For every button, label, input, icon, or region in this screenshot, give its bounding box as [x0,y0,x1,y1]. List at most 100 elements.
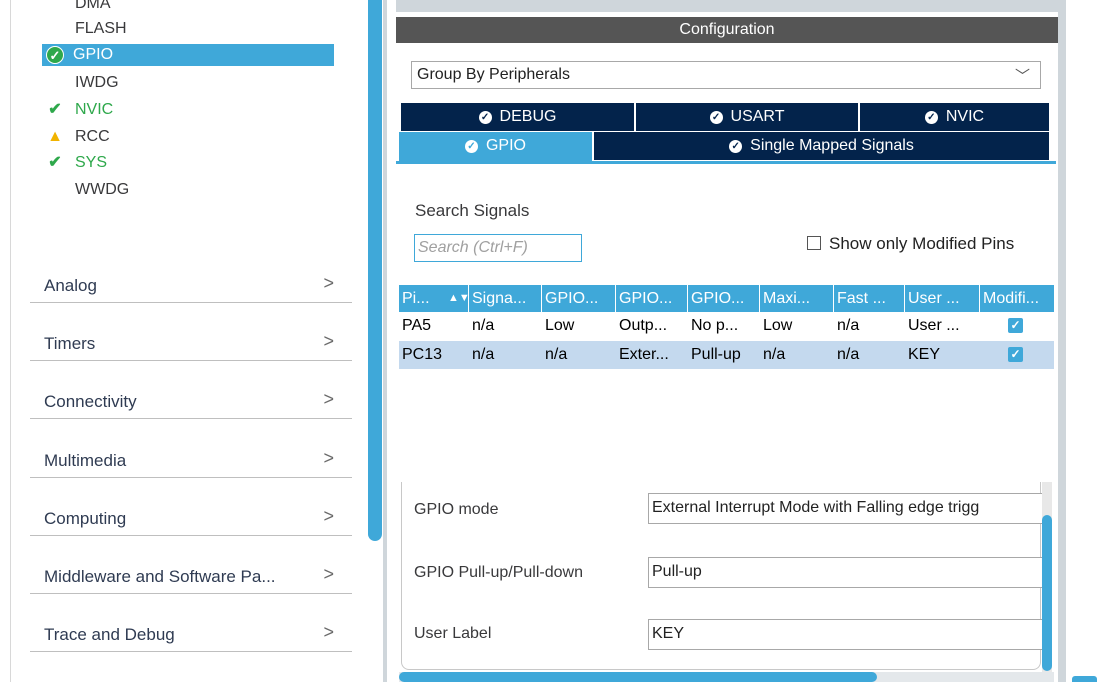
table-cell: Low [545,317,575,334]
table-row[interactable]: PC13 n/a n/a Exter... Pull-up n/a n/a KE… [399,341,1054,369]
category-trace-debug[interactable]: Trace and Debug > [30,593,352,652]
user-label-field[interactable]: KEY [648,619,1048,650]
show-modified-pins-checkbox[interactable]: Show only Modified Pins [807,234,1014,254]
tab-single-mapped-signals[interactable]: ✓ Single Mapped Signals [594,132,1049,160]
gpio-mode-label: GPIO mode [414,501,499,518]
tab-underline [396,161,1056,164]
system-item-label: SYS [75,154,108,171]
check-circle-icon: ✓ [924,111,938,124]
check-circle-icon: ✓ [44,44,66,66]
tab-label: DEBUG [499,108,557,125]
table-cell: PA5 [402,317,432,334]
system-item-label: DMA [75,0,111,12]
gpio-mode-value: External Interrupt Mode with Falling edg… [652,499,980,516]
table-cell: Exter... [619,346,669,363]
category-label: Analog [44,276,97,295]
left-panel: DMA FLASH ✓ GPIO IWDG ✔ NVIC ▲ RCC ✔ SYS… [0,0,368,682]
category-timers[interactable]: Timers > [30,302,352,361]
group-by-value: Group By Peripherals [417,66,570,83]
column-header-user-label[interactable]: User ... [905,285,980,312]
chevron-right-icon: > [323,564,334,584]
corner-scrollbar[interactable] [1072,676,1097,682]
column-header-modified[interactable]: Modifi... [980,285,1054,312]
system-item-label: NVIC [75,101,114,118]
tab-label: USART [730,108,785,125]
table-cell: Pull-up [691,346,741,363]
system-item-label: IWDG [75,74,119,91]
configuration-header: Configuration [396,17,1058,43]
category-label: Timers [44,334,96,353]
column-header-pin[interactable]: Pi... ▲▼ [399,285,469,312]
table-cell: n/a [837,317,860,334]
gpio-pull-label: GPIO Pull-up/Pull-down [414,564,583,581]
search-signals-box [414,234,582,262]
category-label: Connectivity [44,392,137,411]
table-cell: Outp... [619,317,668,334]
category-label: Computing [44,509,127,528]
table-cell: n/a [472,317,495,334]
table-cell: n/a [837,346,860,363]
category-middleware[interactable]: Middleware and Software Pa... > [30,535,352,594]
search-input[interactable] [418,236,578,260]
category-label: Multimedia [44,451,127,470]
check-icon: ✔ [48,154,62,171]
left-panel-border [10,0,11,682]
check-circle-icon: ✓ [729,140,743,153]
gpio-pull-value: Pull-up [652,563,702,580]
left-panel-scrollbar[interactable] [368,0,382,541]
column-header-gpio-output-level[interactable]: GPIO... [542,285,616,312]
detail-scrollbar[interactable] [1042,515,1052,671]
check-circle-icon: ✓ [478,111,492,124]
user-label-label: User Label [414,625,492,642]
top-strip [396,0,1058,12]
table-row[interactable]: PA5 n/a Low Outp... No p... Low n/a User… [399,312,1054,340]
gpio-mode-select[interactable]: External Interrupt Mode with Falling edg… [648,493,1048,524]
user-label-value: KEY [652,625,685,642]
panel-divider[interactable] [383,0,387,682]
category-label: Middleware and Software Pa... [44,567,276,586]
modified-checkbox[interactable]: ✓ [1008,318,1023,333]
chevron-right-icon: > [323,273,334,293]
table-cell: n/a [545,346,568,363]
tab-label: NVIC [945,108,985,125]
gpio-pull-select[interactable]: Pull-up [648,557,1048,588]
chevron-right-icon: > [323,622,334,642]
tab-gpio[interactable]: ✓ GPIO [399,132,592,162]
table-cell: No p... [691,317,739,334]
table-cell: PC13 [402,346,443,363]
column-header-max-speed[interactable]: Maxi... [760,285,834,312]
table-cell: n/a [472,346,495,363]
warning-icon: ▲ [47,128,63,145]
system-item-label: RCC [75,128,110,145]
column-header-gpio-pull[interactable]: GPIO... [688,285,760,312]
column-header-label: Pi... [402,290,430,307]
checkbox-icon [807,236,821,250]
category-connectivity[interactable]: Connectivity > [30,360,352,419]
right-border [1058,0,1066,682]
table-cell: Low [763,317,793,334]
table-cell: User ... [908,317,960,334]
horizontal-scrollbar[interactable] [399,672,877,682]
category-multimedia[interactable]: Multimedia > [30,419,352,478]
chevron-right-icon: > [323,331,334,351]
tab-debug[interactable]: ✓ DEBUG [401,103,634,131]
group-by-select[interactable]: Group By Peripherals ﹀ [411,61,1041,89]
check-circle-icon: ✓ [464,140,478,153]
column-header-fast-mode[interactable]: Fast ... [834,285,905,312]
pin-table-header: Pi... ▲▼ Signa... GPIO... GPIO... GPIO..… [399,285,1054,312]
check-circle-icon: ✓ [709,111,723,124]
tab-usart[interactable]: ✓ USART [636,103,858,131]
column-header-signal[interactable]: Signa... [469,285,542,312]
category-analog[interactable]: Analog > [30,244,352,303]
category-computing[interactable]: Computing > [30,477,352,536]
chevron-down-icon: ﹀ [1014,68,1030,85]
system-item-label: FLASH [75,20,127,37]
system-item-gpio[interactable]: ✓ GPIO [42,44,334,66]
sort-icon: ▲▼ [448,292,469,304]
tab-label: Single Mapped Signals [750,137,914,154]
modified-checkbox[interactable]: ✓ [1008,347,1023,362]
show-modified-pins-label: Show only Modified Pins [829,234,1015,253]
tab-nvic[interactable]: ✓ NVIC [860,103,1049,131]
category-label: Trace and Debug [44,625,175,644]
column-header-gpio-mode[interactable]: GPIO... [616,285,688,312]
